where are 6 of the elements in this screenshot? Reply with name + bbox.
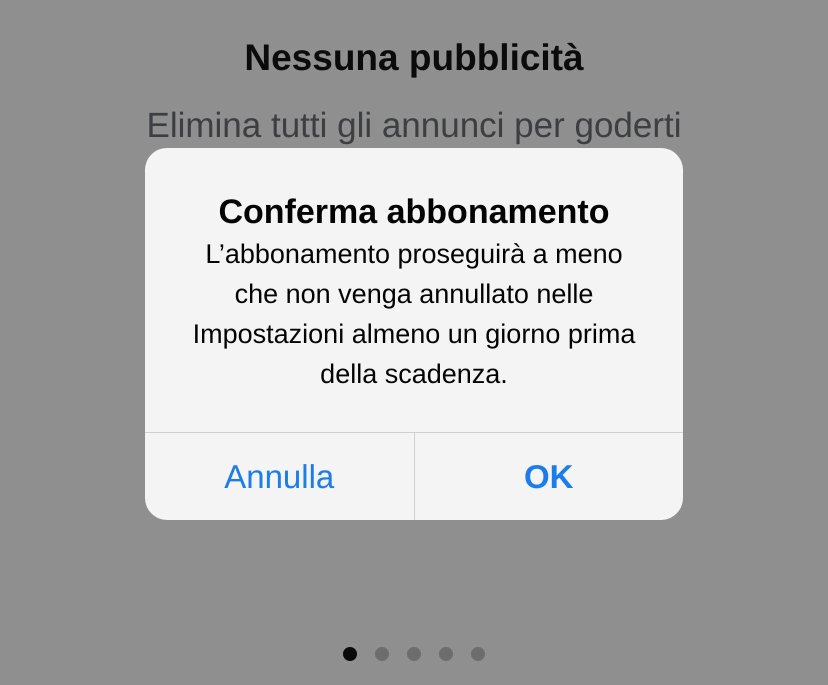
alert-message: L’abbonamento proseguirà a meno che non venga annullato nelle Impostazioni almeno un giorno prima della scadenza.	[192, 238, 636, 391]
alert-title: Conferma abbonamento	[218, 192, 610, 232]
screen-subtitle: Elimina tutti gli annunci per goderti	[146, 105, 682, 147]
ok-button[interactable]: OK	[414, 433, 683, 520]
cancel-button[interactable]: Annulla	[145, 433, 414, 520]
screen-title: Nessuna pubblicità	[244, 36, 584, 80]
